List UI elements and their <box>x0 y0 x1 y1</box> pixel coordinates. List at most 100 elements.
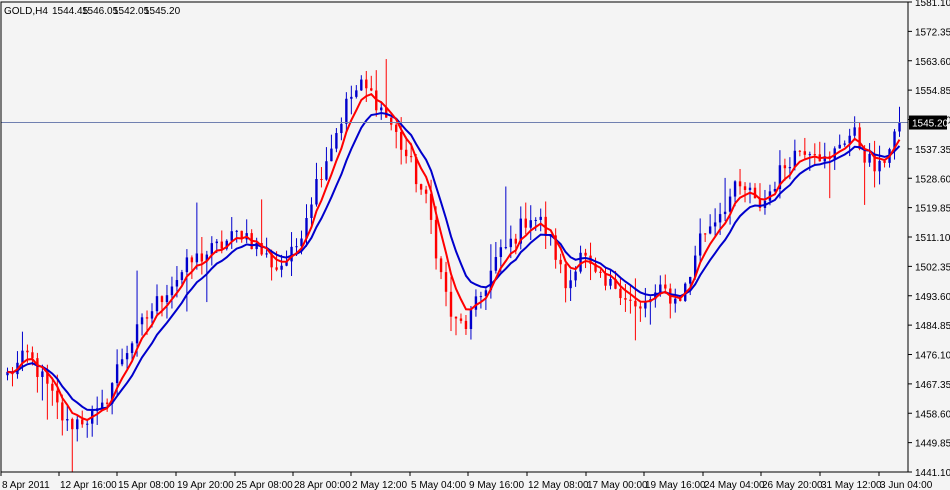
candle-body <box>41 371 44 377</box>
x-tick-label: 19 Apr 20:00 <box>177 480 234 490</box>
candle-body <box>61 402 64 421</box>
y-tick-label: 1502.35 <box>915 262 950 273</box>
candle-body <box>499 247 503 258</box>
candle-body <box>409 156 413 158</box>
candle-body <box>26 350 29 353</box>
candle-body <box>748 187 752 190</box>
candle-body <box>130 343 134 354</box>
candle-body <box>703 233 707 235</box>
candle-body <box>295 246 298 248</box>
candle-body <box>66 419 69 421</box>
candle-body <box>210 243 214 255</box>
candle-body <box>404 149 408 157</box>
x-tick-label: 12 Apr 16:00 <box>60 480 117 490</box>
candle-body <box>564 264 567 289</box>
chart-background <box>0 0 950 490</box>
candle-body <box>280 265 283 270</box>
x-tick-label: 28 Apr 00:00 <box>294 480 351 490</box>
y-tick-label: 1519.85 <box>915 204 950 215</box>
x-tick-label: 24 May 04:00 <box>704 480 765 490</box>
candle-body <box>180 272 184 281</box>
close-value: 1545.20 <box>144 6 181 17</box>
y-tick-label: 1581.10 <box>915 0 950 9</box>
x-tick-label: 25 Apr 08:00 <box>236 480 293 490</box>
candle-body <box>469 309 473 329</box>
candle-body <box>504 247 508 249</box>
x-tick-label: 2 May 12:00 <box>352 480 407 490</box>
candle-body <box>584 252 587 256</box>
candle-body <box>868 153 871 163</box>
chart-window[interactable]: 1581.101572.351563.601554.851546.101537.… <box>0 0 950 490</box>
x-tick-label: 31 May 12:00 <box>821 480 882 490</box>
candle-body <box>713 222 717 227</box>
candle-body <box>315 178 318 205</box>
y-tick-label: 1493.60 <box>915 292 950 303</box>
candle-body <box>325 161 328 180</box>
candle-body <box>634 300 637 307</box>
candle-body <box>883 160 886 163</box>
y-tick-label: 1554.85 <box>915 86 950 97</box>
candle-body <box>360 79 363 91</box>
candle-body <box>898 122 901 132</box>
candle-body <box>459 318 463 321</box>
candle-body <box>355 90 358 97</box>
candle-body <box>310 204 313 219</box>
candle-body <box>71 419 74 430</box>
candle-body <box>125 353 129 360</box>
candle-body <box>509 238 513 248</box>
candle-body <box>609 278 612 286</box>
y-tick-label: 1458.60 <box>915 409 950 420</box>
candle-body <box>569 280 572 289</box>
candle-body <box>853 127 856 136</box>
candle-body <box>689 276 692 284</box>
y-tick-label: 1449.85 <box>915 439 950 450</box>
candle-body <box>365 79 368 89</box>
candle-body <box>394 124 398 132</box>
candle-body <box>738 181 742 187</box>
candle-body <box>140 317 144 325</box>
candle-body <box>150 311 154 319</box>
candlestick-chart[interactable]: 1581.101572.351563.601554.851546.101537.… <box>0 0 950 490</box>
candle-body <box>494 257 498 271</box>
candle-body <box>155 296 159 312</box>
candle-body <box>813 154 816 156</box>
y-tick-label: 1484.85 <box>915 321 950 332</box>
candle-body <box>145 317 149 319</box>
candle-body <box>808 154 812 156</box>
candle-body <box>175 280 179 287</box>
candle-body <box>783 165 787 169</box>
candle-body <box>220 241 223 249</box>
candle-body <box>723 211 727 215</box>
candle-body <box>170 286 174 296</box>
x-tick-label: 15 Apr 08:00 <box>118 480 175 490</box>
candle-body <box>160 296 164 303</box>
candle-body <box>529 220 532 228</box>
candle-body <box>619 288 622 299</box>
candle-body <box>858 127 861 149</box>
candle-body <box>534 219 537 221</box>
candle-body <box>514 238 517 244</box>
symbol-label: GOLD,H4 <box>4 6 48 17</box>
candle-body <box>215 241 218 244</box>
y-tick-label: 1476.10 <box>915 351 950 362</box>
candle-body <box>330 148 333 162</box>
candle-body <box>479 296 483 298</box>
y-tick-label: 1528.60 <box>915 174 950 185</box>
candle-body <box>753 187 757 199</box>
candle-body <box>664 284 667 289</box>
candle-body <box>235 230 238 232</box>
candle-body <box>31 352 34 359</box>
candle-body <box>698 233 702 256</box>
candle-body <box>51 383 54 391</box>
candle-body <box>733 181 737 197</box>
candle-body <box>718 214 722 223</box>
candle-body <box>449 291 453 317</box>
candle-body <box>644 302 647 309</box>
candle-body <box>624 298 627 300</box>
x-tick-label: 12 May 08:00 <box>528 480 589 490</box>
candle-body <box>190 257 194 263</box>
y-tick-label: 1441.10 <box>915 468 950 479</box>
candle-body <box>265 253 268 255</box>
candle-body <box>798 150 802 152</box>
x-tick-label: 5 May 04:00 <box>411 480 466 490</box>
